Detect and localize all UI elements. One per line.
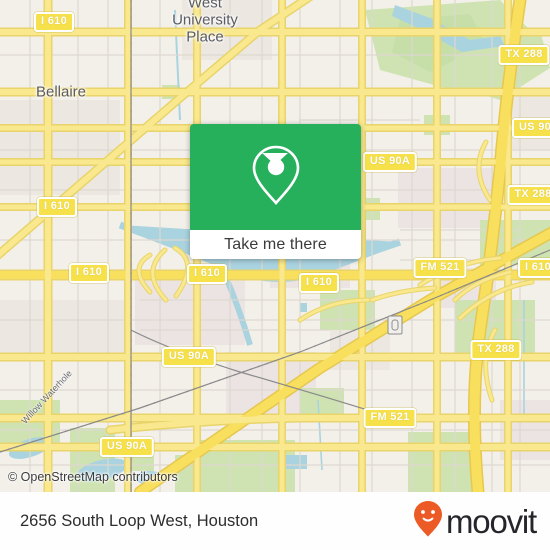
road-shield: TX 288 [507,185,550,205]
location-popup-card[interactable]: Take me there [190,124,361,259]
road-shield: I 610 [518,258,550,278]
road-shield: I 610 [34,12,74,32]
road-shield: US 90A [99,437,155,457]
road-shield: I 610 [299,273,339,293]
moovit-logo[interactable]: moovit [413,500,537,543]
map-place-label: West University Place [172,0,238,46]
road-shield: FM 521 [363,408,417,428]
road-shield: I 610 [37,197,77,217]
take-me-there-label: Take me there [224,235,327,253]
popup-pointer [262,153,288,165]
road-shield: US 90A [362,152,418,172]
road-shield: US 90A [161,347,217,367]
map-place-label: Bellaire [35,83,87,101]
road-shield: I 610 [69,263,109,283]
address-label: 2656 South Loop West, Houston [20,511,259,530]
road-shield: FM 521 [413,258,467,278]
road-shield: US 90 [511,118,550,138]
building-poi-icon[interactable] [387,315,403,335]
road-shield: I 610 [187,264,227,284]
footer-bar: 2656 South Loop West, Houston moovit [0,492,550,550]
road-shield: TX 288 [498,45,550,65]
map-screenshot: .park{fill:#cfe3b2} .wood{fill:#c6dfa8} … [0,0,550,550]
popup-header [190,124,361,230]
road-shield: TX 288 [470,340,522,360]
take-me-there-button[interactable]: Take me there [190,230,361,259]
moovit-pin-icon [413,500,443,543]
osm-attribution[interactable]: © OpenStreetMap contributors [8,470,178,484]
moovit-wordmark: moovit [446,502,537,540]
